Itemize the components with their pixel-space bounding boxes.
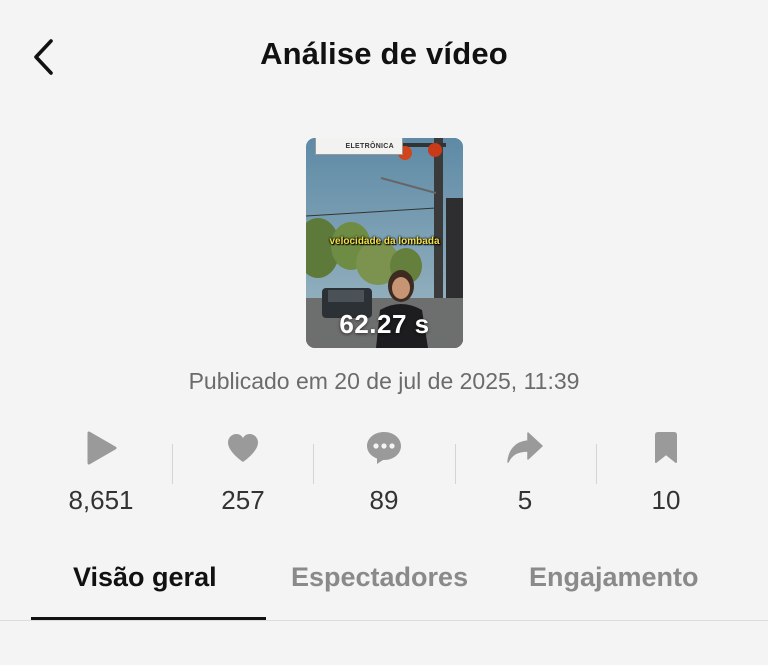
tab-viewers[interactable]: Espectadores — [291, 562, 468, 593]
thumbnail-sign: ELETRÔNICA — [315, 138, 403, 155]
stat-shares: 5 — [465, 420, 585, 520]
divider — [455, 444, 456, 484]
page-title: Análise de vídeo — [260, 36, 508, 71]
stat-views: 8,651 — [41, 420, 161, 520]
tab-bar: Visão geral Espectadores Engajamento — [0, 550, 768, 622]
divider — [313, 444, 314, 484]
video-duration: 62.27 s — [339, 309, 430, 339]
header: Análise de vídeo — [0, 0, 768, 115]
divider — [0, 620, 768, 621]
divider — [596, 444, 597, 484]
heart-icon — [223, 428, 263, 468]
comments-count: 89 — [369, 485, 399, 515]
published-date: Publicado em 20 de jul de 2025, 11:39 — [188, 368, 580, 394]
likes-count: 257 — [221, 485, 265, 515]
stats-row: 8,651 257 89 5 10 — [30, 420, 738, 520]
share-icon — [505, 428, 545, 468]
stat-likes: 257 — [183, 420, 303, 520]
play-icon — [81, 428, 121, 468]
bookmark-icon — [646, 428, 686, 468]
divider — [172, 444, 173, 484]
stat-comments: 89 — [324, 420, 444, 520]
tab-overview[interactable]: Visão geral — [73, 562, 217, 593]
tab-engagement[interactable]: Engajamento — [529, 562, 699, 593]
saves-count: 10 — [651, 485, 681, 515]
video-thumbnail[interactable]: ELETRÔNICA velocidade da lombada 62.27 s — [306, 138, 463, 348]
comment-icon — [364, 428, 404, 468]
shares-count: 5 — [517, 485, 533, 515]
thumbnail-caption: velocidade da lombada — [329, 236, 440, 247]
views-count: 8,651 — [68, 485, 134, 515]
stat-saves: 10 — [606, 420, 726, 520]
